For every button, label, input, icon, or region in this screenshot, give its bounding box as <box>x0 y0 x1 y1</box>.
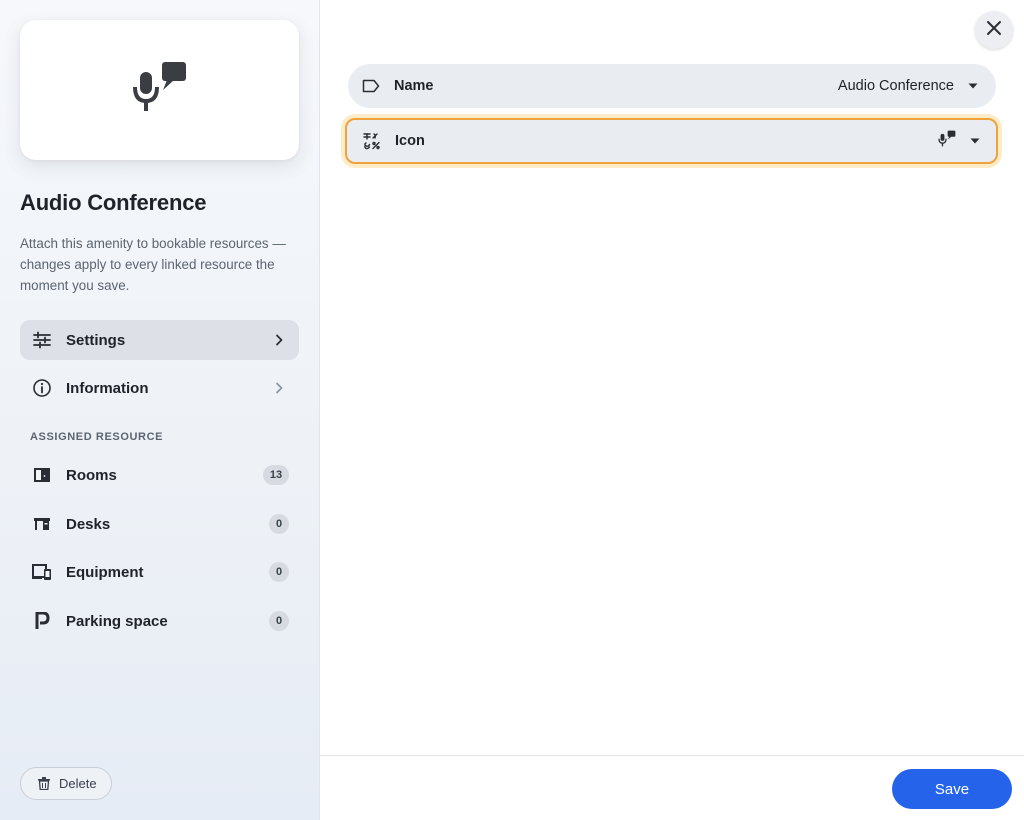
microphone-speech-bubble-icon <box>132 60 188 121</box>
count-badge: 13 <box>263 465 289 485</box>
nav-item-information[interactable]: Information <box>20 368 299 408</box>
nav-item-settings[interactable]: Settings <box>20 320 299 360</box>
amenity-description: Attach this amenity to bookable resource… <box>20 236 286 293</box>
nav-label: Information <box>66 379 149 397</box>
desk-icon <box>32 514 52 534</box>
delete-label: Delete <box>59 776 97 791</box>
microphone-speech-bubble-icon <box>938 130 956 152</box>
amenity-modal: Audio Conference Attach this amenity to … <box>0 0 1024 820</box>
resource-label: Equipment <box>66 563 144 581</box>
caret-down-icon <box>968 81 978 91</box>
trash-icon <box>37 777 51 791</box>
name-field[interactable]: Name Audio Conference <box>348 64 996 108</box>
sidebar: Audio Conference Attach this amenity to … <box>0 0 320 820</box>
count-badge: 0 <box>269 514 289 534</box>
resource-item-equipment[interactable]: Equipment 0 <box>20 552 299 592</box>
close-button[interactable] <box>975 11 1013 49</box>
caret-down-icon <box>970 136 980 146</box>
nav-label: Settings <box>66 331 126 349</box>
symbols-icon <box>363 132 381 150</box>
main-panel: Name Audio Conference Icon Save <box>320 0 1024 820</box>
amenity-title: Audio Conference <box>20 190 207 215</box>
resource-item-rooms[interactable]: Rooms 13 <box>20 455 299 495</box>
amenity-preview-card <box>20 20 299 160</box>
delete-button[interactable]: Delete <box>20 767 112 800</box>
save-button[interactable]: Save <box>892 769 1012 809</box>
field-label: Name <box>394 78 434 94</box>
resource-label: Rooms <box>66 466 117 484</box>
field-label: Icon <box>395 133 425 149</box>
assigned-resource-heading: ASSIGNED RESOURCE <box>30 431 164 443</box>
sliders-icon <box>32 330 52 350</box>
resource-item-desks[interactable]: Desks 0 <box>20 504 299 544</box>
count-badge: 0 <box>269 562 289 582</box>
resource-label: Parking space <box>66 612 168 630</box>
door-icon <box>32 465 52 485</box>
count-badge: 0 <box>269 611 289 631</box>
resource-item-parking-space[interactable]: Parking space 0 <box>20 601 299 641</box>
resource-label: Desks <box>66 515 111 533</box>
parking-icon <box>32 611 52 631</box>
close-icon <box>986 20 1002 41</box>
chevron-right-icon <box>271 332 287 348</box>
label-tag-icon <box>362 77 380 95</box>
name-value: Audio Conference <box>837 78 954 94</box>
footer-bar: Save <box>320 755 1024 820</box>
chevron-right-icon <box>271 380 287 396</box>
devices-icon <box>32 562 52 582</box>
info-icon <box>32 378 52 398</box>
icon-field[interactable]: Icon <box>345 118 998 164</box>
